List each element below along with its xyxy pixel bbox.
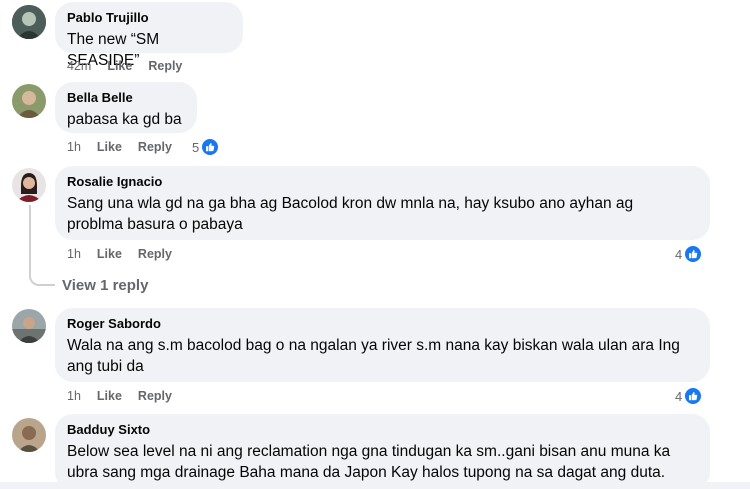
- view-replies-link[interactable]: View 1 reply: [62, 277, 148, 294]
- comment-text: Sang una wla gd na ga bha ag Bacolod kro…: [67, 193, 698, 235]
- avatar[interactable]: [12, 168, 46, 202]
- comment-text-line: Below sea level na ni ang reclamation ng…: [67, 443, 671, 460]
- avatar[interactable]: [12, 418, 46, 452]
- comment-author[interactable]: Roger Sabordo: [67, 315, 698, 332]
- avatar[interactable]: [12, 309, 46, 343]
- comment-text: pabasa ka gd ba: [67, 111, 182, 128]
- comment-actions: 42m Like Reply: [67, 59, 198, 73]
- comment-time[interactable]: 1h: [67, 389, 81, 403]
- reply-button[interactable]: Reply: [138, 389, 172, 403]
- reply-thread-line: [29, 205, 55, 286]
- avatar-photo-icon: [12, 5, 46, 39]
- comment-bubble: Pablo Trujillo The new “SM SEASIDE”: [55, 2, 243, 69]
- like-thumb-icon: [684, 245, 703, 263]
- comment-text-line: Sang una wla gd na ga bha ag Bacolod kro…: [67, 195, 634, 212]
- avatar[interactable]: [12, 5, 46, 39]
- avatar-photo-icon: [12, 168, 46, 202]
- reaction-count[interactable]: 4: [675, 387, 703, 405]
- comment-text: Wala na ang s.m bacolod bag o na ngalan …: [67, 335, 698, 377]
- like-thumb-icon: [684, 387, 703, 405]
- comment-actions: 1h Like Reply: [67, 140, 188, 154]
- comment-text-line: ubra sang mga drainage Baha mana da Japo…: [67, 464, 666, 481]
- reaction-number: 4: [675, 388, 683, 404]
- like-button[interactable]: Like: [97, 389, 122, 403]
- comment-bubble: Bella Belle pabasa ka gd ba: [55, 82, 197, 133]
- reply-button[interactable]: Reply: [138, 140, 172, 154]
- reaction-number: 5: [192, 139, 200, 155]
- avatar-photo-icon: [12, 309, 46, 343]
- comment-text: Below sea level na ni ang reclamation ng…: [67, 441, 698, 483]
- avatar-photo-icon: [12, 418, 46, 452]
- comment-author[interactable]: Badduy Sixto: [67, 421, 698, 438]
- comment-bubble: Badduy Sixto Below sea level na ni ang r…: [55, 414, 710, 489]
- comment-text-line: problma basura o pabaya: [67, 216, 243, 233]
- avatar[interactable]: [12, 84, 46, 118]
- comment-actions: 1h Like Reply: [67, 247, 188, 261]
- comment-actions: 1h Like Reply: [67, 389, 188, 403]
- comment-time[interactable]: 1h: [67, 140, 81, 154]
- comment-time[interactable]: 42m: [67, 59, 91, 73]
- reply-button[interactable]: Reply: [148, 59, 182, 73]
- reply-button[interactable]: Reply: [138, 247, 172, 261]
- comment-text-line: ang tubi da: [67, 358, 144, 375]
- avatar-photo-icon: [12, 84, 46, 118]
- comment-author[interactable]: Pablo Trujillo: [67, 9, 231, 26]
- comment-bubble: Roger Sabordo Wala na ang s.m bacolod ba…: [55, 308, 710, 382]
- like-thumb-icon: [201, 138, 220, 156]
- reaction-count[interactable]: 4: [675, 245, 703, 263]
- comment-author[interactable]: Rosalie Ignacio: [67, 173, 698, 190]
- comment-author[interactable]: Bella Belle: [67, 89, 185, 106]
- bottom-edge: [0, 482, 750, 489]
- like-button[interactable]: Like: [97, 140, 122, 154]
- like-button[interactable]: Like: [97, 247, 122, 261]
- comment-time[interactable]: 1h: [67, 247, 81, 261]
- reaction-count[interactable]: 5: [192, 138, 220, 156]
- comment-bubble: Rosalie Ignacio Sang una wla gd na ga bh…: [55, 166, 710, 240]
- comment-text-line: Wala na ang s.m bacolod bag o na ngalan …: [67, 337, 680, 354]
- like-button[interactable]: Like: [107, 59, 132, 73]
- reaction-number: 4: [675, 246, 683, 262]
